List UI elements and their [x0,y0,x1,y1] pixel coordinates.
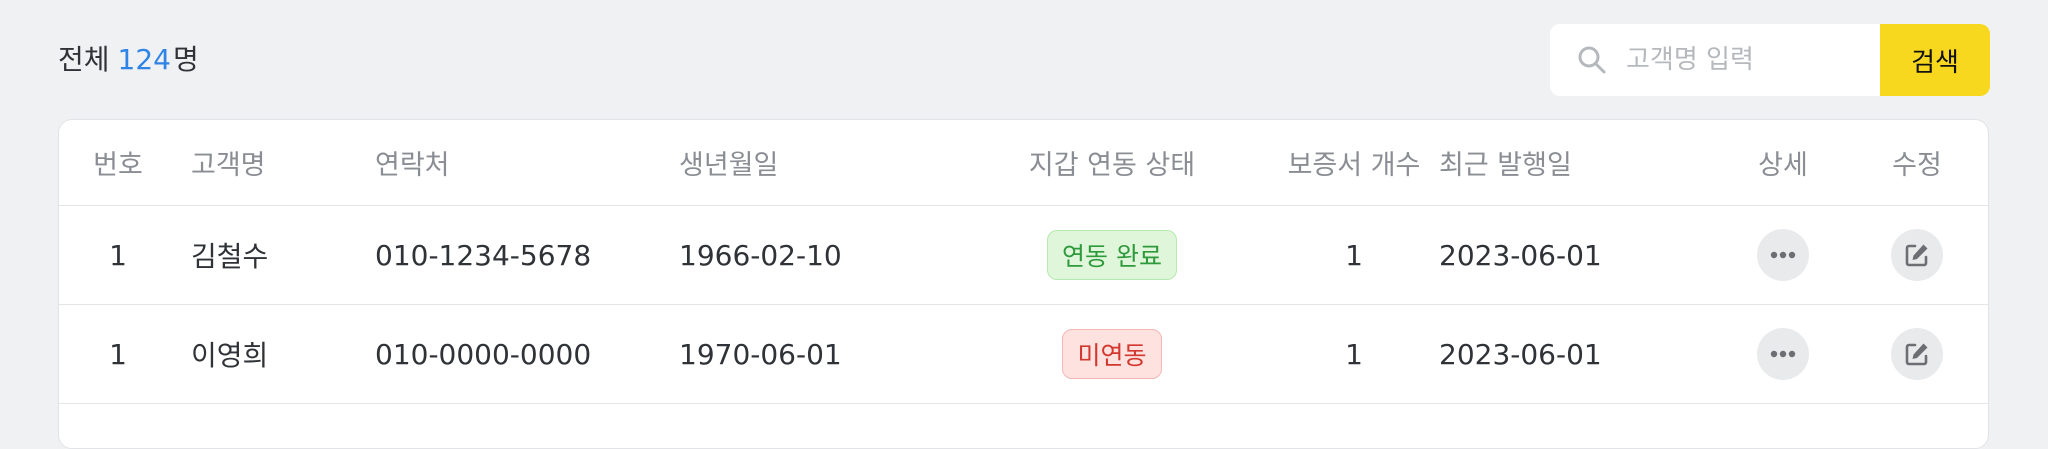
total-count: 전체 124 명 [58,40,199,80]
cell-edit [1847,305,1987,403]
cell-phone: 010-1234-5678 [375,238,592,272]
total-count-number: 124 [117,43,171,76]
total-count-prefix: 전체 [58,43,110,76]
cell-last-issued: 2023-06-01 [1439,238,1602,272]
status-badge: 연동 완료 [1047,230,1177,280]
header-detail: 상세 [1758,150,1808,181]
search-icon [1578,46,1606,74]
table-header: 번호 고객명 연락처 생년월일 지갑 연동 상태 보증서 개수 최근 발행일 상… [59,120,1988,206]
more-dots-icon [1770,251,1796,259]
detail-button[interactable] [1757,328,1809,380]
search-button[interactable]: 검색 [1880,24,1990,96]
toolbar: 전체 124 명 검색 [0,0,2048,120]
customer-table: 번호 고객명 연락처 생년월일 지갑 연동 상태 보증서 개수 최근 발행일 상… [58,119,1989,449]
detail-button[interactable] [1757,229,1809,281]
cell-detail [1721,305,1845,403]
edit-icon [1905,244,1928,267]
cell-no: 1 [109,337,127,371]
cell-name: 김철수 [191,240,269,273]
header-edit: 수정 [1892,150,1942,181]
edit-button[interactable] [1891,328,1943,380]
cell-name: 이영희 [191,339,269,372]
header-birth: 생년월일 [679,150,779,181]
cell-birth: 1966-02-10 [679,238,842,272]
cell-detail [1721,206,1845,304]
cell-last-issued: 2023-06-01 [1439,337,1602,371]
cell-phone: 010-0000-0000 [375,337,592,371]
header-name: 고객명 [191,150,266,181]
table-row: 1 김철수 010-1234-5678 1966-02-10 연동 완료 1 2… [59,206,1988,305]
edit-button[interactable] [1891,229,1943,281]
header-last-issued: 최근 발행일 [1439,150,1572,181]
search-bar: 검색 [1550,24,1990,96]
edit-icon [1905,343,1928,366]
total-count-suffix: 명 [172,43,199,76]
cell-birth: 1970-06-01 [679,337,842,371]
table-row: 1 이영희 010-0000-0000 1970-06-01 미연동 1 202… [59,305,1988,404]
search-input[interactable] [1626,45,1856,75]
cell-edit [1847,206,1987,304]
cell-no: 1 [109,238,127,272]
more-dots-icon [1770,350,1796,358]
search-field [1550,24,1880,96]
status-badge: 미연동 [1062,329,1162,379]
header-phone: 연락처 [375,150,450,181]
header-no: 번호 [93,150,143,181]
